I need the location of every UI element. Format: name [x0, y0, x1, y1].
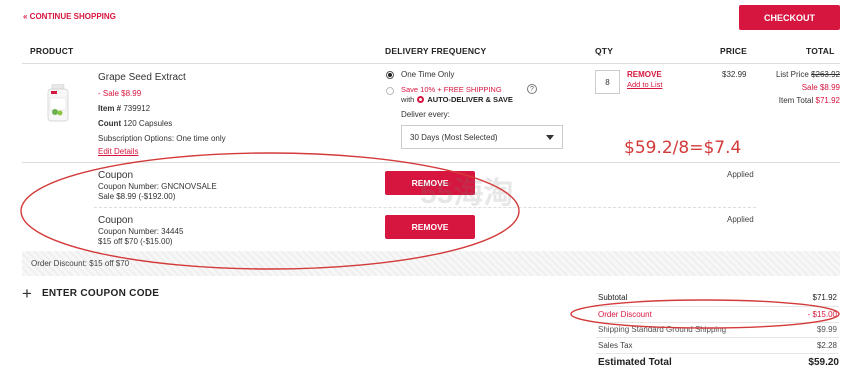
count-value: 120 Capsules [123, 119, 173, 128]
estimated-total-label: Estimated Total [598, 357, 672, 368]
divider [596, 322, 839, 323]
sale-label: Sale [801, 83, 818, 92]
remove-coupon-button[interactable]: REMOVE [385, 215, 475, 239]
watermark: 55海淘 [420, 177, 514, 210]
header-qty: QTY [595, 46, 614, 56]
divider [596, 337, 839, 338]
coupon-status: Applied [727, 215, 754, 224]
product-sale-price: - Sale $8.99 [98, 89, 142, 98]
with-label: with [401, 95, 415, 104]
subscription-options: Subscription Options: One time only [98, 134, 226, 143]
help-icon[interactable]: ? [527, 84, 537, 94]
coupon-title: Coupon [98, 170, 134, 181]
item-total-label: Item Total [778, 96, 814, 105]
coupon-status: Applied [727, 170, 754, 179]
delivery-select-value: 30 Days (Most Selected) [410, 132, 498, 142]
autodeliver-icon [417, 96, 425, 103]
list-price-label: List Price [775, 70, 809, 79]
autodeliver-radio[interactable] [386, 87, 394, 95]
header-product: PRODUCT [30, 46, 74, 56]
add-to-list-link[interactable]: Add to List [627, 80, 662, 89]
item-total-value: $71.92 [815, 96, 840, 105]
order-discount-bar-label: Order Discount: $15 off $70 [31, 259, 130, 268]
summary-label: Subtotal [598, 293, 628, 302]
summary-value: - $15.00 [807, 310, 837, 319]
one-time-label: One Time Only [401, 70, 455, 79]
item-number-label: Item # [98, 104, 122, 113]
summary-value: $2.28 [816, 341, 837, 350]
divider [596, 353, 839, 354]
chevron-down-icon [546, 134, 554, 140]
price-annotation: $59.2/8=$7.4 [624, 138, 742, 158]
divider [596, 306, 839, 307]
divider [22, 162, 840, 163]
quantity-input[interactable]: 8 [595, 70, 620, 94]
item-number: Item # 739912 [98, 104, 150, 113]
product-count: Count 120 Capsules [98, 119, 172, 128]
enter-coupon-toggle[interactable]: + ENTER COUPON CODE [22, 285, 159, 302]
list-price-line: List Price $263.92 [776, 70, 840, 79]
divider [22, 63, 840, 64]
product-image [46, 83, 70, 122]
summary-label: Shipping Standard Ground Shipping [598, 325, 727, 334]
remove-item-link[interactable]: REMOVE [627, 70, 662, 79]
item-number-value: 739912 [123, 104, 151, 113]
estimated-total-value: $59.20 [808, 357, 839, 368]
one-time-radio[interactable] [386, 71, 394, 79]
header-price: PRICE [720, 46, 747, 56]
sale-value: $8.99 [819, 83, 840, 92]
delivery-frequency-select[interactable]: 30 Days (Most Selected) [401, 125, 563, 149]
summary-label: Order Discount [598, 310, 652, 319]
plus-icon: + [22, 284, 32, 303]
count-label: Count [98, 119, 122, 128]
coupon-number: Coupon Number: GNCNOVSALE [98, 182, 217, 191]
autodeliver-label: AUTO-DELIVER & SAVE [427, 95, 513, 104]
enter-coupon-label: ENTER COUPON CODE [41, 288, 160, 299]
summary-value: $9.99 [816, 325, 837, 334]
checkout-button[interactable]: CHECKOUT [739, 5, 840, 30]
item-total-line: Item Total $71.92 [779, 96, 840, 105]
header-total: TOTAL [806, 46, 835, 56]
sale-line: Sale $8.99 [802, 83, 840, 92]
coupon-detail: $15 off $70 (-$15.00) [98, 237, 173, 246]
product-name: Grape Seed Extract [98, 72, 186, 83]
continue-shopping-link[interactable]: « CONTINUE SHOPPING [23, 12, 116, 21]
autodeliver-line: with AUTO-DELIVER & SAVE [401, 95, 513, 104]
list-price-value: $263.92 [811, 70, 840, 79]
header-delivery: DELIVERY FREQUENCY [385, 46, 487, 56]
order-discount-bar: Order Discount: $15 off $70 [22, 251, 840, 276]
edit-details-link[interactable]: Edit Details [98, 147, 138, 156]
summary-value: $71.92 [812, 293, 837, 302]
save-free-shipping: Save 10% + FREE SHIPPING [401, 85, 502, 94]
deliver-every-label: Deliver every: [401, 110, 450, 119]
coupon-title: Coupon [98, 215, 134, 226]
radio-dot [388, 73, 392, 77]
coupon-detail: Sale $8.99 (-$192.00) [98, 192, 176, 201]
unit-price: $32.99 [722, 70, 747, 79]
summary-label: Sales Tax [598, 341, 633, 350]
coupon-number: Coupon Number: 34445 [98, 227, 184, 236]
